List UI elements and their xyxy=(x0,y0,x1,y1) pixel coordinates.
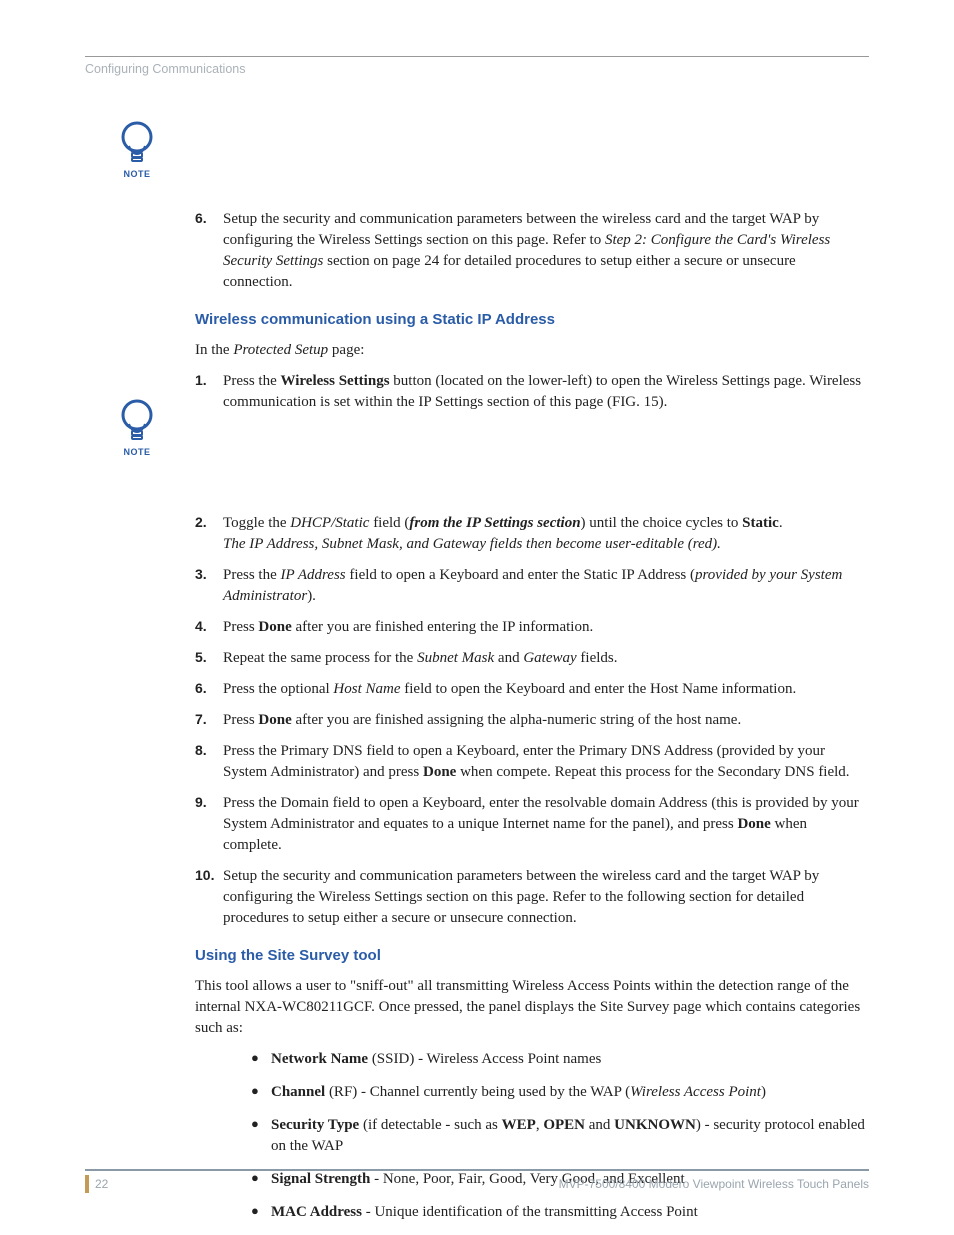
step-9: 9. Press the Domain field to open a Keyb… xyxy=(195,793,869,856)
note-icon: NOTE xyxy=(115,120,159,181)
step-3: 3. Press the IP Address field to open a … xyxy=(195,565,869,607)
step-6: 6. Press the optional Host Name field to… xyxy=(195,679,869,700)
step-8: 8. Press the Primary DNS field to open a… xyxy=(195,741,869,783)
intro-text: In the Protected Setup page: xyxy=(195,340,869,361)
note-label: NOTE xyxy=(115,446,159,459)
heading-static-ip: Wireless communication using a Static IP… xyxy=(195,309,869,330)
note-icon: NOTE xyxy=(115,398,159,459)
step-list-static: 1. Press the Wireless Settings button (l… xyxy=(195,371,869,413)
step-7: 7. Press Done after you are finished ass… xyxy=(195,710,869,731)
footer-line: 22 MVP-7500/8400 Modero Viewpoint Wirele… xyxy=(85,1175,869,1193)
footer: 22 MVP-7500/8400 Modero Viewpoint Wirele… xyxy=(85,1169,869,1193)
bullet-list: Network Name (SSID) - Wireless Access Po… xyxy=(251,1049,869,1223)
step-10: 10. Setup the security and communication… xyxy=(195,866,869,929)
list-item: Channel (RF) - Channel currently being u… xyxy=(251,1082,869,1103)
footer-rule xyxy=(85,1169,869,1171)
step-6-top: 6. Setup the security and communication … xyxy=(195,209,869,293)
list-item: MAC Address - Unique identification of t… xyxy=(251,1202,869,1223)
list-item: Security Type (if detectable - such as W… xyxy=(251,1115,869,1157)
page-number: 22 xyxy=(95,1176,108,1193)
step-list-top: 6. Setup the security and communication … xyxy=(195,209,869,293)
heading-site-survey: Using the Site Survey tool xyxy=(195,945,869,966)
list-item: Network Name (SSID) - Wireless Access Po… xyxy=(251,1049,869,1070)
page: Configuring Communications NOTE 6. Setup… xyxy=(0,0,954,1235)
site-survey-intro: This tool allows a user to "sniff-out" a… xyxy=(195,976,869,1039)
step-2: 2. Toggle the DHCP/Static field (from th… xyxy=(195,513,869,555)
header-section-label: Configuring Communications xyxy=(85,61,869,79)
step-list-static-cont: 2. Toggle the DHCP/Static field (from th… xyxy=(195,513,869,929)
step-5: 5. Repeat the same process for the Subne… xyxy=(195,648,869,669)
header-rule xyxy=(85,56,869,57)
note-label: NOTE xyxy=(115,168,159,181)
footer-title: MVP-7500/8400 Modero Viewpoint Wireless … xyxy=(559,1176,869,1193)
step-1: 1. Press the Wireless Settings button (l… xyxy=(195,371,869,413)
step-4: 4. Press Done after you are finished ent… xyxy=(195,617,869,638)
footer-accent-bar xyxy=(85,1175,89,1193)
body-content: 6. Setup the security and communication … xyxy=(195,129,869,1223)
